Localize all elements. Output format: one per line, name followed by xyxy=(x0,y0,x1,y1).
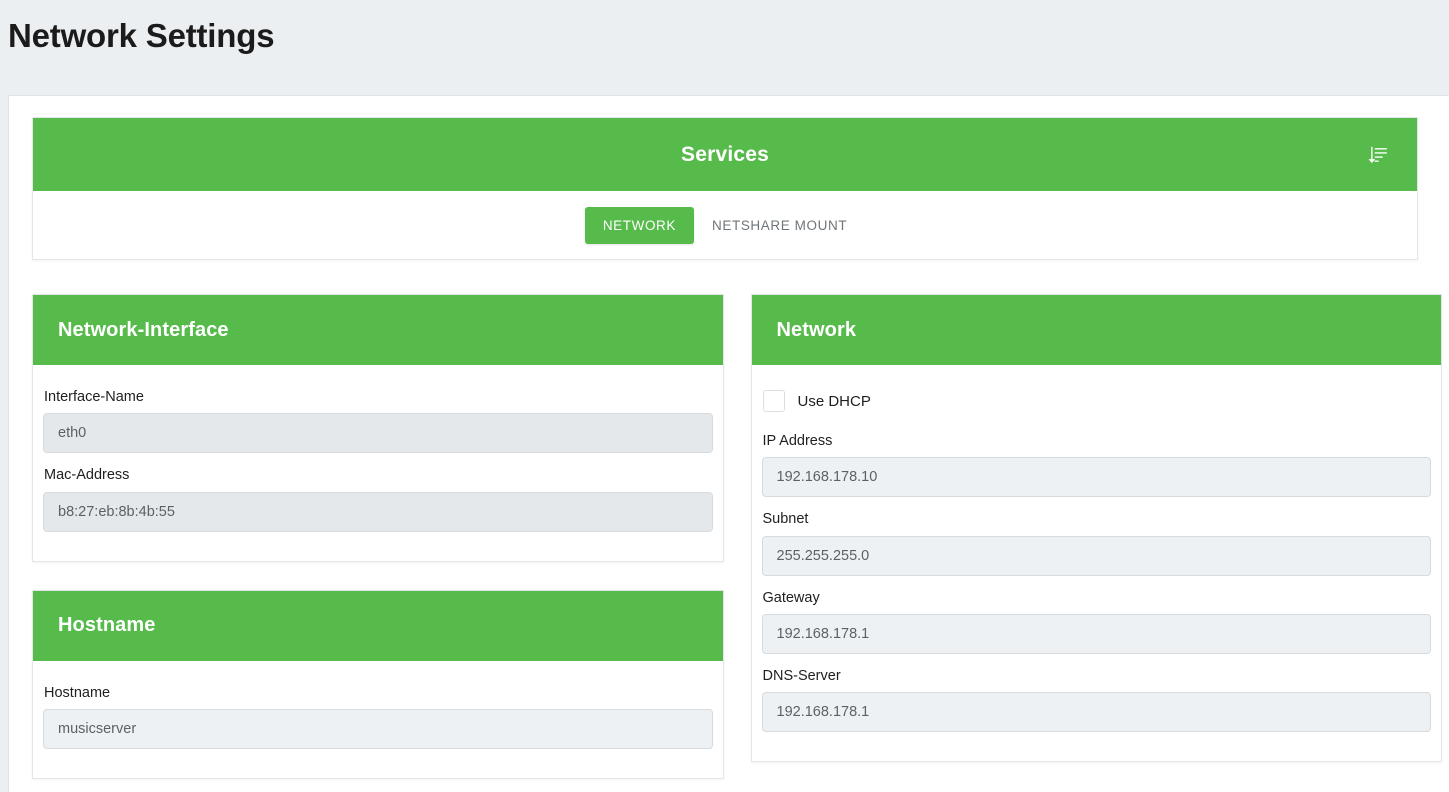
network-body: Use DHCP IP Address Subnet Gateway DNS-S… xyxy=(752,365,1442,761)
network-interface-body: Interface-Name Mac-Address xyxy=(33,365,723,561)
mac-address-label: Mac-Address xyxy=(44,467,130,484)
interface-name-input[interactable] xyxy=(43,413,713,454)
interface-name-label: Interface-Name xyxy=(44,389,144,405)
network-interface-panel: Network-Interface Interface-Name Mac-Add… xyxy=(32,294,724,562)
right-column: Network Use DHCP IP Address Subnet Gatew… xyxy=(750,294,1442,792)
use-dhcp-row[interactable]: Use DHCP xyxy=(762,390,1432,412)
gateway-label: Gateway xyxy=(762,589,820,606)
dns-server-input[interactable] xyxy=(761,692,1431,733)
use-dhcp-label[interactable]: Use DHCP xyxy=(798,393,871,410)
network-header: Network xyxy=(751,295,1441,365)
network-title: Network xyxy=(776,318,857,341)
content-shell: Services NETWORK NETSHARE MOUNT Network-… xyxy=(8,95,1449,792)
hostname-label: Hostname xyxy=(44,684,111,701)
gateway-input[interactable] xyxy=(761,613,1431,654)
ip-address-label: IP Address xyxy=(762,433,833,449)
subnet-input[interactable] xyxy=(761,535,1431,576)
sort-amount-down-icon[interactable] xyxy=(1365,144,1387,166)
network-interface-title: Network-Interface xyxy=(58,318,229,341)
hostname-header: Hostname xyxy=(33,590,723,661)
ip-address-input[interactable] xyxy=(761,457,1431,498)
dns-server-label: DNS-Server xyxy=(762,667,841,684)
network-panel: Network Use DHCP IP Address Subnet Gatew… xyxy=(750,294,1442,763)
use-dhcp-checkbox[interactable] xyxy=(762,390,785,412)
mac-address-input[interactable] xyxy=(43,491,713,532)
services-title: Services xyxy=(680,142,769,166)
panel-columns: Network-Interface Interface-Name Mac-Add… xyxy=(32,294,1442,792)
tab-netshare-mount[interactable]: NETSHARE MOUNT xyxy=(694,207,865,244)
tab-network[interactable]: NETWORK xyxy=(584,206,695,244)
subnet-label: Subnet xyxy=(762,511,809,528)
services-card: Services NETWORK NETSHARE MOUNT xyxy=(32,117,1418,260)
services-tabbar: NETWORK NETSHARE MOUNT xyxy=(33,191,1417,259)
services-header: Services xyxy=(33,118,1417,191)
hostname-panel: Hostname Hostname xyxy=(32,589,724,779)
hostname-input[interactable] xyxy=(43,708,713,749)
left-column: Network-Interface Interface-Name Mac-Add… xyxy=(32,294,724,792)
hostname-title: Hostname xyxy=(58,614,156,637)
network-interface-header: Network-Interface xyxy=(33,295,723,365)
hostname-body: Hostname xyxy=(33,661,723,778)
page-title: Network Settings xyxy=(8,17,275,54)
